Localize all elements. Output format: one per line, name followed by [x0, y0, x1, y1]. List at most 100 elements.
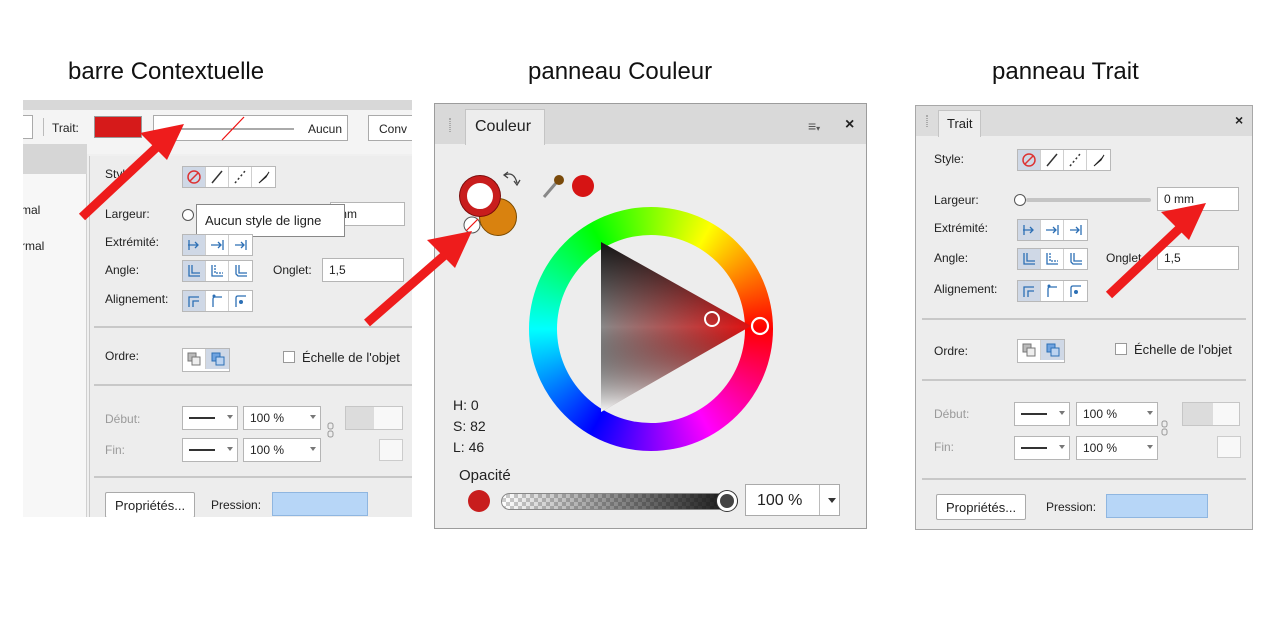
dashed-line-button[interactable] [1064, 150, 1087, 170]
end-arrow-select[interactable] [182, 438, 238, 462]
tab-trait[interactable]: Trait [938, 110, 981, 137]
brush-line-button[interactable] [252, 167, 275, 187]
properties-button[interactable]: Propriétés... [936, 494, 1027, 520]
butt-cap-button[interactable] [183, 235, 206, 255]
link-icon[interactable] [1161, 420, 1169, 436]
trait-label: Trait: [52, 121, 79, 135]
saturation-readout: S: 82 [453, 418, 486, 434]
round-cap-button[interactable] [206, 235, 229, 255]
bevel-join-button[interactable] [229, 261, 252, 281]
align-inside-button[interactable] [1018, 281, 1041, 301]
align-buttons [1017, 280, 1088, 302]
start-label: Début: [934, 407, 970, 421]
caps-label: Extrémité: [105, 235, 160, 249]
align-outside-button[interactable] [229, 291, 252, 311]
swap-arrows-button[interactable] [345, 406, 403, 430]
solid-line-button[interactable] [1041, 150, 1064, 170]
color-panel: Couleur ≡▾ × H: 0 S: 82 L: 46 Opacité 10… [434, 103, 867, 529]
caps-label: Extrémité: [934, 221, 989, 235]
join-buttons [182, 260, 253, 282]
stroke-behind-button[interactable] [1018, 340, 1041, 360]
pressure-graph-button[interactable] [272, 492, 368, 516]
opacity-label: Opacité [459, 467, 511, 484]
style-label: Style: [934, 152, 965, 166]
end-arrow-select[interactable] [1014, 436, 1070, 460]
end-label: Fin: [105, 443, 126, 457]
start-label: Début: [105, 412, 141, 426]
start-size-select[interactable]: 100 % [243, 406, 321, 430]
order-buttons [182, 348, 230, 372]
pressure-graph-button[interactable] [1106, 494, 1208, 518]
heading-context-bar: barre Contextuelle [68, 58, 265, 85]
scale-with-object-label: Échelle de l'objet [302, 350, 400, 365]
round-cap-button[interactable] [1041, 220, 1064, 240]
stroke-style-dropdown[interactable]: Aucun [153, 115, 348, 141]
round-join-button[interactable] [206, 261, 229, 281]
panel-grip-icon[interactable] [926, 115, 928, 127]
pressure-label: Pression: [211, 498, 262, 512]
join-buttons [1017, 248, 1088, 270]
dashed-line-button[interactable] [229, 167, 252, 187]
join-label: Angle: [934, 251, 969, 265]
arrow-options-button[interactable] [379, 439, 403, 461]
list-item[interactable]: rmal [23, 239, 44, 253]
stroke-color-swatch[interactable] [94, 116, 142, 138]
miter-input[interactable]: 1,5 [322, 258, 404, 282]
miter-input[interactable]: 1,5 [1157, 246, 1239, 270]
start-size-select[interactable]: 100 % [1076, 402, 1158, 426]
arrow-options-button[interactable] [1217, 436, 1241, 458]
scale-with-object-checkbox[interactable] [1115, 343, 1127, 355]
miter-join-button[interactable] [1018, 249, 1041, 269]
scale-with-object-checkbox[interactable] [283, 351, 295, 363]
stroke-behind-button[interactable] [183, 349, 206, 369]
square-cap-button[interactable] [229, 235, 252, 255]
tooltip: Aucun style de ligne [196, 204, 345, 237]
align-center-button[interactable] [206, 291, 229, 311]
style-buttons [1017, 149, 1111, 171]
heading-stroke-panel: panneau Trait [992, 58, 1139, 85]
scale-with-object-label: Échelle de l'objet [1134, 342, 1232, 357]
stroke-front-button[interactable] [206, 349, 229, 369]
solid-line-button[interactable] [206, 167, 229, 187]
width-slider-thumb[interactable] [1014, 194, 1026, 206]
round-join-button[interactable] [1041, 249, 1064, 269]
miter-label: Onglet [1106, 251, 1142, 265]
brush-line-button[interactable] [1087, 150, 1110, 170]
align-outside-button[interactable] [1064, 281, 1087, 301]
pressure-label: Pression: [1046, 500, 1097, 514]
bevel-join-button[interactable] [1064, 249, 1087, 269]
width-slider-thumb[interactable] [182, 209, 194, 221]
chevron-down-icon[interactable] [828, 498, 836, 503]
width-slider[interactable] [1026, 198, 1151, 202]
width-input[interactable]: 0 mm [1157, 187, 1239, 211]
align-label: Alignement: [934, 282, 998, 296]
stroke-panel: Trait × Style: Largeur: 0 mm Extrémité: … [915, 105, 1253, 530]
align-center-button[interactable] [1041, 281, 1064, 301]
opacity-slider[interactable] [501, 491, 738, 511]
properties-button[interactable]: Propriétés... [105, 492, 196, 517]
square-cap-button[interactable] [1064, 220, 1087, 240]
start-arrow-select[interactable] [182, 406, 238, 430]
end-size-select[interactable]: 100 % [243, 438, 321, 462]
link-icon[interactable] [327, 422, 335, 438]
opacity-input[interactable]: 100 % [745, 484, 840, 516]
swap-arrows-button[interactable] [1182, 402, 1240, 426]
list-item[interactable]: mal [23, 203, 40, 217]
context-bar-screenshot: Trait: Aucun Conv mal rmal Styl Largeur:… [23, 100, 412, 517]
no-line-style-button[interactable] [1018, 150, 1041, 170]
start-arrow-select[interactable] [1014, 402, 1070, 426]
align-label: Alignement: [105, 292, 169, 306]
miter-label: Onglet: [273, 263, 312, 277]
style-buttons [182, 166, 276, 188]
close-icon[interactable]: × [1235, 112, 1243, 128]
miter-join-button[interactable] [183, 261, 206, 281]
end-size-select[interactable]: 100 % [1076, 436, 1158, 460]
heading-color-panel: panneau Couleur [528, 58, 713, 85]
opacity-slider-thumb[interactable] [717, 491, 737, 511]
stroke-front-button[interactable] [1041, 340, 1064, 360]
align-inside-button[interactable] [183, 291, 206, 311]
no-line-style-button[interactable] [183, 167, 206, 187]
butt-cap-button[interactable] [1018, 220, 1041, 240]
opacity-color-swatch [468, 490, 490, 512]
convert-button[interactable]: Conv [368, 115, 412, 141]
